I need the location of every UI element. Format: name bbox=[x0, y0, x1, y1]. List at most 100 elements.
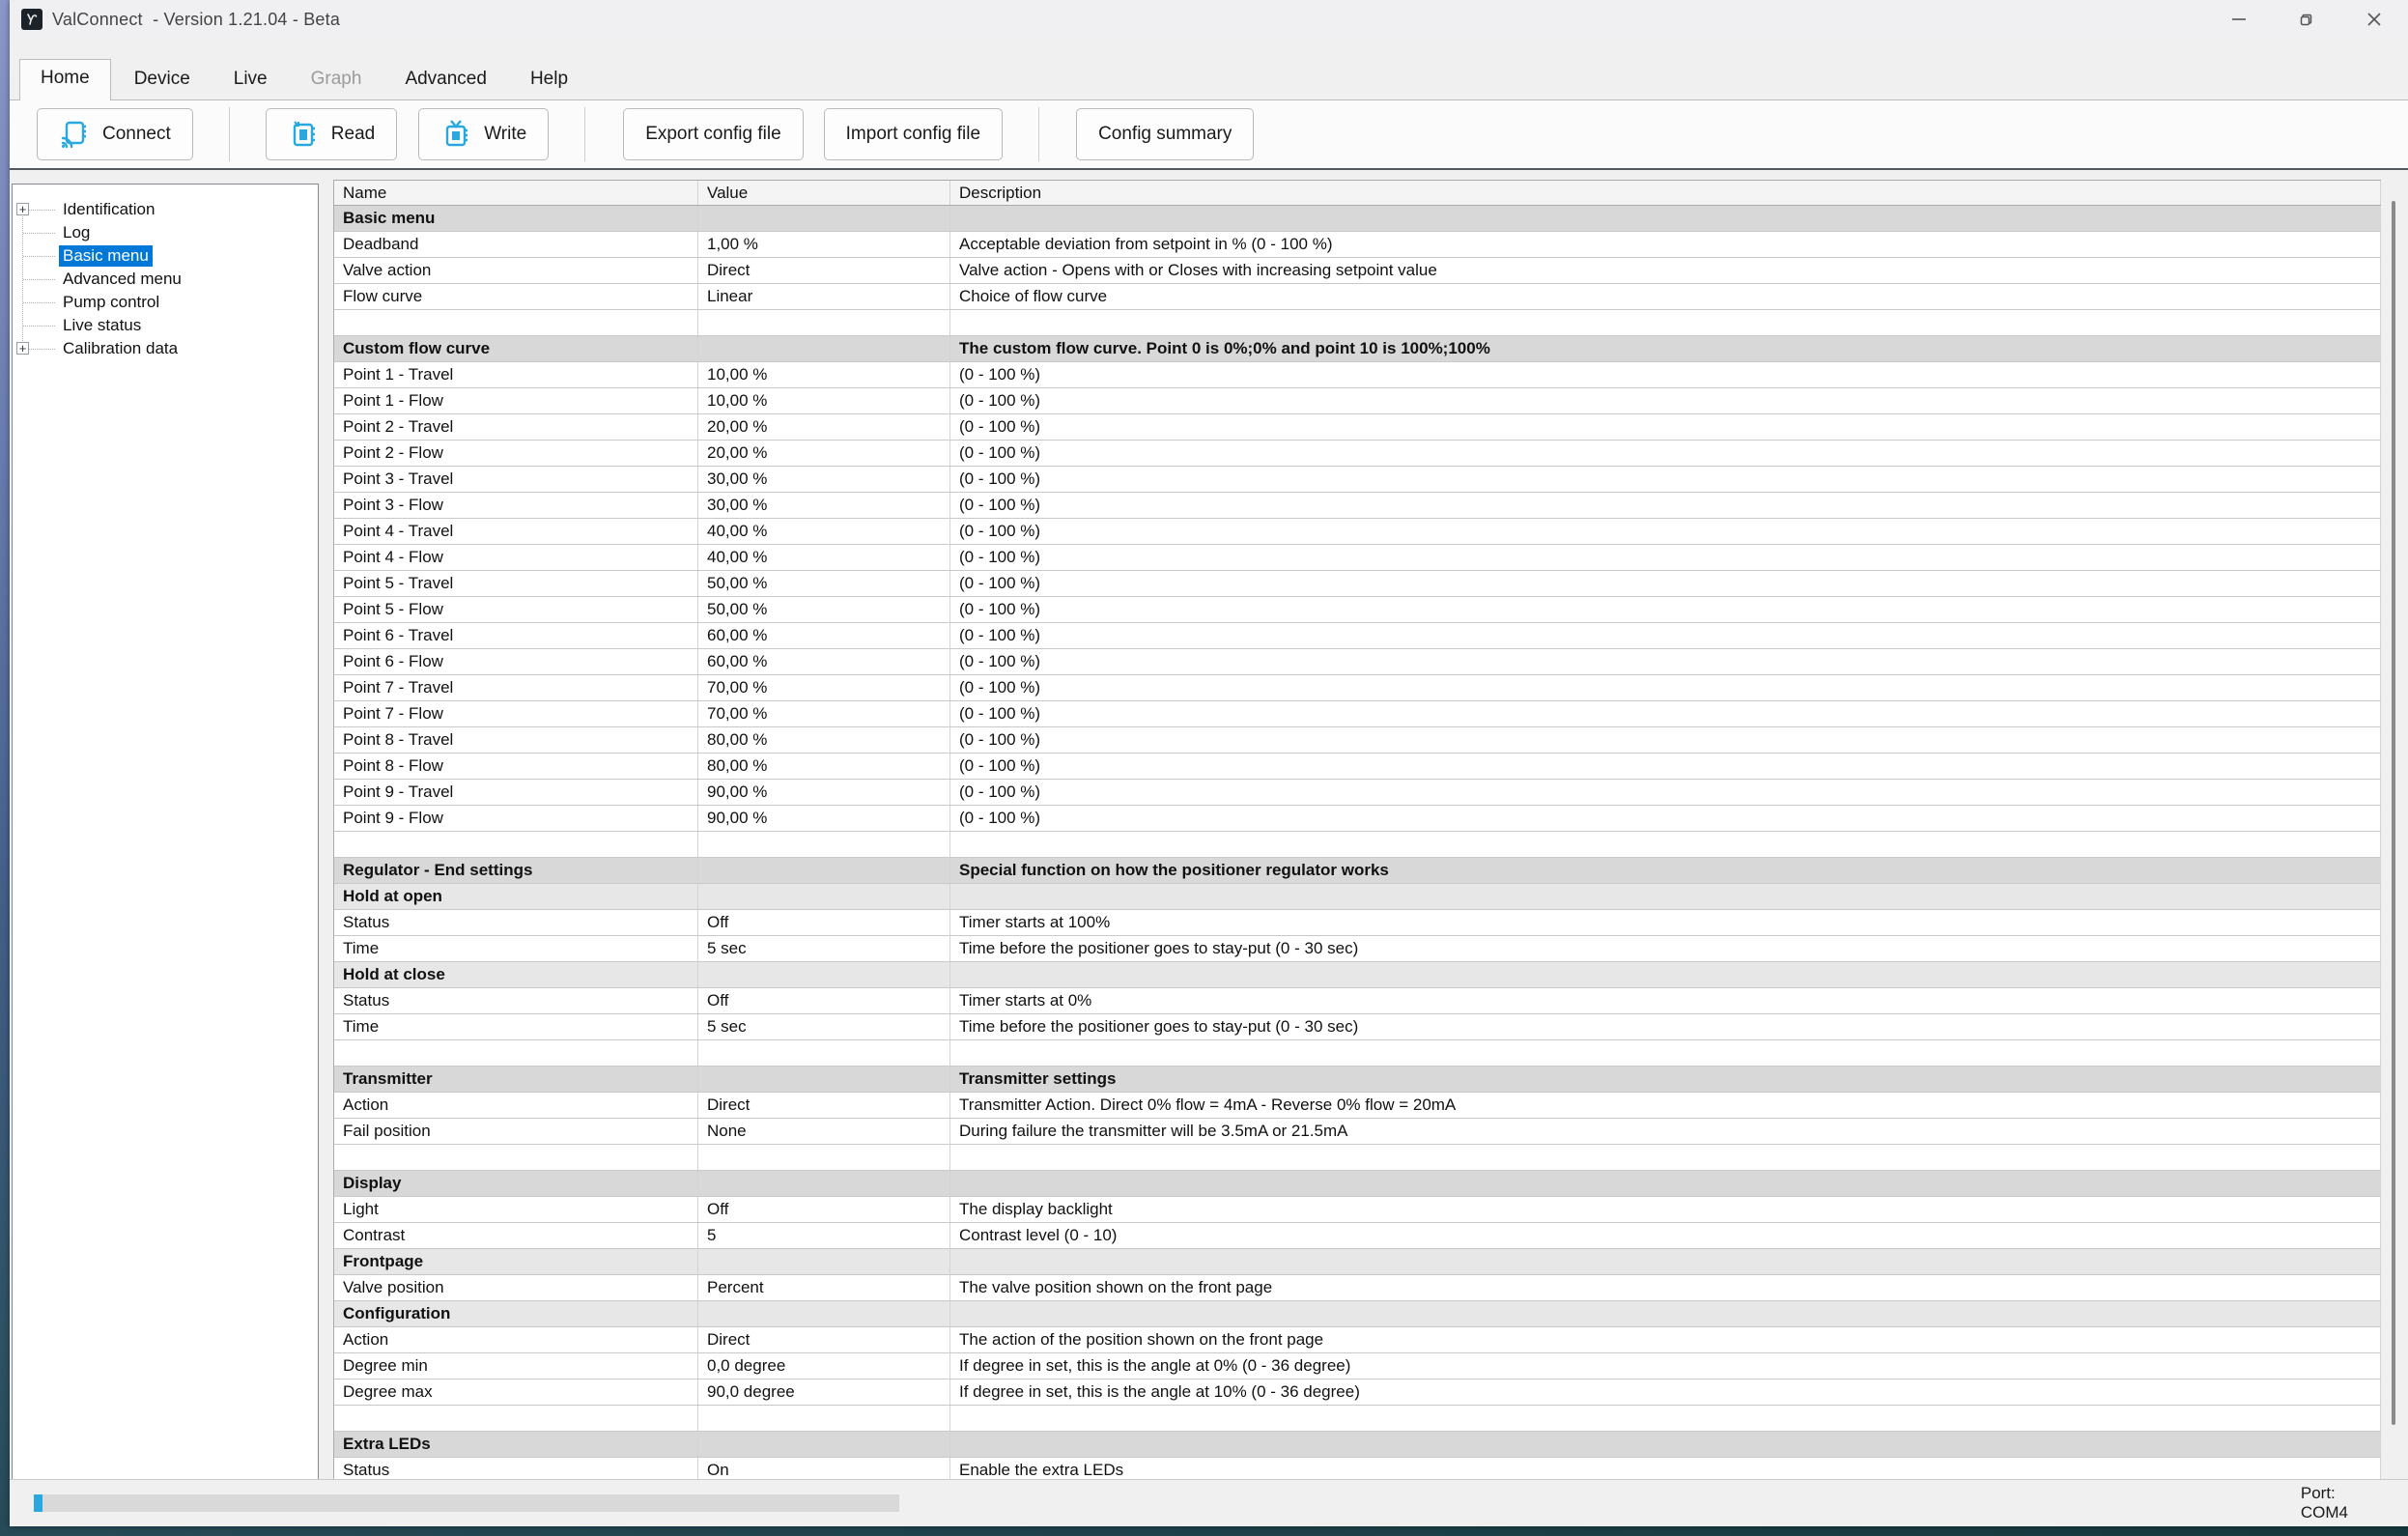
tab-help[interactable]: Help bbox=[510, 61, 588, 100]
sidebar-item-identification[interactable]: +Identification bbox=[13, 198, 318, 221]
cell-value[interactable]: 0,0 degree bbox=[698, 1353, 950, 1379]
grid-row-point-4-flow[interactable]: Point 4 - Flow40,00 %(0 - 100 %) bbox=[334, 545, 2381, 571]
grid-row-point-9-flow[interactable]: Point 9 - Flow90,00 %(0 - 100 %) bbox=[334, 806, 2381, 832]
cell-value[interactable]: 90,0 degree bbox=[698, 1380, 950, 1405]
cell-value[interactable]: Percent bbox=[698, 1275, 950, 1300]
grid-row-time[interactable]: Time5 secTime before the positioner goes… bbox=[334, 1014, 2381, 1040]
grid-row-point-2-travel[interactable]: Point 2 - Travel20,00 %(0 - 100 %) bbox=[334, 414, 2381, 441]
grid-row-contrast[interactable]: Contrast5Contrast level (0 - 10) bbox=[334, 1223, 2381, 1249]
connect-button[interactable]: Connect bbox=[37, 108, 193, 160]
grid-row-point-5-travel[interactable]: Point 5 - Travel50,00 %(0 - 100 %) bbox=[334, 571, 2381, 597]
scrollbar-thumb[interactable] bbox=[2392, 201, 2395, 1425]
grid-row-valve-position[interactable]: Valve positionPercentThe valve position … bbox=[334, 1275, 2381, 1301]
grid-section-row-basic-menu[interactable]: Basic menu bbox=[334, 206, 2381, 232]
grid-row-light[interactable]: LightOffThe display backlight bbox=[334, 1197, 2381, 1223]
import-config-file-button[interactable]: Import config file bbox=[824, 108, 1003, 160]
read-button[interactable]: Read bbox=[266, 108, 397, 160]
cell-value[interactable]: 50,00 % bbox=[698, 597, 950, 622]
grid-row-point-6-flow[interactable]: Point 6 - Flow60,00 %(0 - 100 %) bbox=[334, 649, 2381, 675]
cell-value[interactable]: 10,00 % bbox=[698, 362, 950, 387]
grid-row-point-5-flow[interactable]: Point 5 - Flow50,00 %(0 - 100 %) bbox=[334, 597, 2381, 623]
grid-row-point-2-flow[interactable]: Point 2 - Flow20,00 %(0 - 100 %) bbox=[334, 441, 2381, 467]
grid-row-point-3-travel[interactable]: Point 3 - Travel30,00 %(0 - 100 %) bbox=[334, 467, 2381, 493]
grid-row-flow-curve[interactable]: Flow curveLinearChoice of flow curve bbox=[334, 284, 2381, 310]
grid-row-point-1-travel[interactable]: Point 1 - Travel10,00 %(0 - 100 %) bbox=[334, 362, 2381, 388]
cell-value[interactable]: 30,00 % bbox=[698, 493, 950, 518]
cell-value[interactable]: 70,00 % bbox=[698, 675, 950, 700]
sidebar-item-basic-menu[interactable]: Basic menu bbox=[13, 244, 318, 268]
vertical-scrollbar[interactable] bbox=[2387, 180, 2400, 1478]
grid-row-action[interactable]: ActionDirectThe action of the position s… bbox=[334, 1327, 2381, 1353]
column-header-description[interactable]: Description bbox=[950, 181, 2381, 205]
cell-value[interactable]: Linear bbox=[698, 284, 950, 309]
grid-row-point-8-flow[interactable]: Point 8 - Flow80,00 %(0 - 100 %) bbox=[334, 754, 2381, 780]
cell-value[interactable]: 40,00 % bbox=[698, 545, 950, 570]
cell-value[interactable]: 60,00 % bbox=[698, 649, 950, 674]
grid-subsection-row-configuration[interactable]: Configuration bbox=[334, 1301, 2381, 1327]
cell-value[interactable]: 80,00 % bbox=[698, 754, 950, 779]
grid-row-fail-position[interactable]: Fail positionNoneDuring failure the tran… bbox=[334, 1119, 2381, 1145]
sidebar-item-log[interactable]: Log bbox=[13, 221, 318, 244]
sidebar-item-advanced-menu[interactable]: Advanced menu bbox=[13, 268, 318, 291]
grid-row-point-9-travel[interactable]: Point 9 - Travel90,00 %(0 - 100 %) bbox=[334, 780, 2381, 806]
grid-row-point-1-flow[interactable]: Point 1 - Flow10,00 %(0 - 100 %) bbox=[334, 388, 2381, 414]
cell-value[interactable]: None bbox=[698, 1119, 950, 1144]
tab-advanced[interactable]: Advanced bbox=[384, 61, 507, 100]
grid-section-row-transmitter[interactable]: TransmitterTransmitter settings bbox=[334, 1067, 2381, 1093]
tab-home[interactable]: Home bbox=[19, 59, 111, 100]
cell-value[interactable]: 30,00 % bbox=[698, 467, 950, 492]
tree-expand-icon[interactable]: + bbox=[16, 203, 29, 215]
cell-value[interactable]: 70,00 % bbox=[698, 701, 950, 726]
write-button[interactable]: Write bbox=[418, 108, 549, 160]
tab-device[interactable]: Device bbox=[114, 61, 211, 100]
grid-row-deadband[interactable]: Deadband1,00 %Acceptable deviation from … bbox=[334, 232, 2381, 258]
cell-value[interactable]: 90,00 % bbox=[698, 806, 950, 831]
grid-section-row-custom-flow-curve[interactable]: Custom flow curveThe custom flow curve. … bbox=[334, 336, 2381, 362]
cell-value[interactable]: Off bbox=[698, 910, 950, 935]
grid-row-point-7-travel[interactable]: Point 7 - Travel70,00 %(0 - 100 %) bbox=[334, 675, 2381, 701]
cell-value[interactable]: 20,00 % bbox=[698, 441, 950, 466]
cell-value[interactable]: Direct bbox=[698, 1093, 950, 1118]
grid-row-point-6-travel[interactable]: Point 6 - Travel60,00 %(0 - 100 %) bbox=[334, 623, 2381, 649]
cell-value[interactable]: 5 sec bbox=[698, 936, 950, 961]
cell-value[interactable]: Off bbox=[698, 988, 950, 1013]
cell-value[interactable]: 5 bbox=[698, 1223, 950, 1248]
cell-value[interactable]: On bbox=[698, 1458, 950, 1480]
cell-value[interactable]: 5 sec bbox=[698, 1014, 950, 1039]
grid-row-point-4-travel[interactable]: Point 4 - Travel40,00 %(0 - 100 %) bbox=[334, 519, 2381, 545]
cell-value[interactable]: 50,00 % bbox=[698, 571, 950, 596]
grid-row-time[interactable]: Time5 secTime before the positioner goes… bbox=[334, 936, 2381, 962]
cell-value[interactable]: 10,00 % bbox=[698, 388, 950, 413]
grid-row-action[interactable]: ActionDirectTransmitter Action. Direct 0… bbox=[334, 1093, 2381, 1119]
cell-value[interactable]: 20,00 % bbox=[698, 414, 950, 440]
export-config-file-button[interactable]: Export config file bbox=[623, 108, 803, 160]
grid-row-point-7-flow[interactable]: Point 7 - Flow70,00 %(0 - 100 %) bbox=[334, 701, 2381, 727]
column-header-value[interactable]: Value bbox=[698, 181, 950, 205]
config-summary-button[interactable]: Config summary bbox=[1076, 108, 1254, 160]
sidebar-item-pump-control[interactable]: Pump control bbox=[13, 291, 318, 314]
sidebar-item-calibration-data[interactable]: +Calibration data bbox=[13, 337, 318, 360]
grid-section-row-extra-leds[interactable]: Extra LEDs bbox=[334, 1432, 2381, 1458]
close-button[interactable] bbox=[2340, 0, 2408, 39]
grid-section-row-display[interactable]: Display bbox=[334, 1171, 2381, 1197]
grid-subsection-row-hold-at-open[interactable]: Hold at open bbox=[334, 884, 2381, 910]
cell-value[interactable]: 40,00 % bbox=[698, 519, 950, 544]
cell-value[interactable]: 80,00 % bbox=[698, 727, 950, 753]
tab-live[interactable]: Live bbox=[213, 61, 288, 100]
cell-value[interactable]: Direct bbox=[698, 1327, 950, 1352]
grid-row-status[interactable]: StatusOffTimer starts at 100% bbox=[334, 910, 2381, 936]
tree-expand-icon[interactable]: + bbox=[16, 342, 29, 355]
grid-row-degree-min[interactable]: Degree min0,0 degreeIf degree in set, th… bbox=[334, 1353, 2381, 1380]
grid-subsection-row-hold-at-close[interactable]: Hold at close bbox=[334, 962, 2381, 988]
grid-row-status[interactable]: StatusOnEnable the extra LEDs bbox=[334, 1458, 2381, 1480]
minimize-button[interactable] bbox=[2205, 0, 2273, 39]
column-header-name[interactable]: Name bbox=[334, 181, 698, 205]
grid-row-degree-max[interactable]: Degree max90,0 degreeIf degree in set, t… bbox=[334, 1380, 2381, 1406]
grid-subsection-row-frontpage[interactable]: Frontpage bbox=[334, 1249, 2381, 1275]
restore-button[interactable] bbox=[2273, 0, 2340, 39]
grid-section-row-regulator-end-settings[interactable]: Regulator - End settingsSpecial function… bbox=[334, 858, 2381, 884]
grid-row-point-8-travel[interactable]: Point 8 - Travel80,00 %(0 - 100 %) bbox=[334, 727, 2381, 754]
cell-value[interactable]: 90,00 % bbox=[698, 780, 950, 805]
sidebar-item-live-status[interactable]: Live status bbox=[13, 314, 318, 337]
grid-row-status[interactable]: StatusOffTimer starts at 0% bbox=[334, 988, 2381, 1014]
